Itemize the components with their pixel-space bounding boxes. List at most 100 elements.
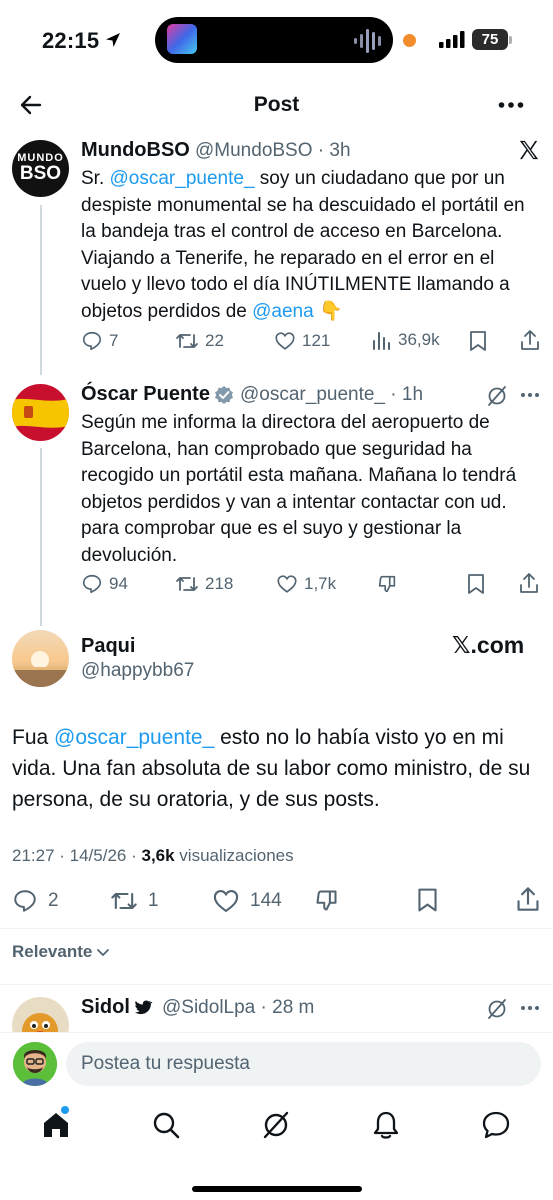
retweet-icon [176, 334, 198, 348]
more-icon[interactable] [498, 100, 524, 110]
verified-icon [215, 386, 233, 404]
reply-count: 7 [109, 331, 119, 350]
spain-flag-icon [12, 384, 69, 441]
reply-button[interactable]: 94 [81, 573, 128, 595]
like-count: 121 [302, 331, 331, 350]
avatar-oscar-puente[interactable] [12, 384, 69, 441]
reply-icon [82, 574, 102, 594]
views-count: 36,9k [398, 330, 440, 349]
author-name-text: Sidol [81, 996, 130, 1018]
post-timestamp: 21:27 · 14/5/26 · 3,6k visualizaciones [12, 846, 294, 866]
author-meta: @MundoBSO · 3h [195, 140, 351, 161]
avatar-text-line1: MUNDO [17, 152, 64, 164]
like-icon [275, 332, 295, 350]
signal-icon [439, 31, 465, 48]
views-count: 3,6k [141, 846, 175, 865]
bookmark-icon[interactable] [466, 573, 486, 595]
like-count: 1,7k [304, 574, 337, 593]
sunset-avatar-image [12, 630, 69, 687]
current-user-avatar[interactable] [13, 1042, 57, 1086]
like-button[interactable]: 144 [212, 887, 282, 915]
reply-button[interactable]: 7 [81, 330, 118, 352]
thread-connector [40, 448, 42, 626]
x-logo-icon [519, 140, 539, 160]
share-icon[interactable] [518, 572, 540, 594]
grok-nav-icon[interactable] [261, 1110, 291, 1140]
like-count: 144 [250, 890, 282, 911]
retweet-button[interactable]: 1 [110, 888, 159, 914]
views-button[interactable]: 36,9k [372, 330, 440, 350]
mention-link[interactable]: @oscar_puente_ [54, 726, 214, 749]
retweet-button[interactable]: 22 [175, 330, 224, 352]
status-time: 22:15 [42, 28, 100, 53]
battery-level: 75 [472, 29, 508, 50]
like-icon [213, 890, 239, 913]
mention-link[interactable]: @aena [252, 301, 314, 322]
home-icon[interactable] [41, 1110, 71, 1140]
reply-count: 2 [48, 890, 59, 911]
location-arrow-icon [106, 33, 120, 47]
emoji: 👇 [318, 300, 343, 322]
grok-icon[interactable] [486, 385, 508, 407]
retweet-count: 22 [205, 331, 224, 350]
home-notification-dot [61, 1106, 69, 1114]
views-icon [373, 332, 390, 350]
sort-dropdown[interactable]: Relevante [12, 942, 110, 962]
author-handle[interactable]: @happybb67 [81, 660, 194, 682]
avatar-mundobso[interactable]: MUNDO BSO [12, 140, 69, 197]
like-icon [277, 575, 297, 593]
author-meta: @oscar_puente_ · 1h [240, 384, 424, 405]
views-label: visualizaciones [174, 846, 294, 865]
retweet-button[interactable]: 218 [175, 573, 233, 595]
author-handle[interactable]: @oscar_puente_ [240, 384, 385, 405]
divider [0, 984, 553, 985]
bookmark-icon[interactable] [468, 330, 488, 352]
bookmark-icon[interactable] [416, 887, 439, 913]
reply-button[interactable]: 2 [12, 888, 59, 914]
like-button[interactable]: 121 [274, 330, 330, 352]
author-handle[interactable]: @MundoBSO [195, 140, 313, 161]
search-icon[interactable] [151, 1110, 181, 1140]
author-name[interactable]: Paqui [81, 635, 135, 658]
mention-link[interactable]: @oscar_puente_ [110, 168, 255, 189]
retweet-count: 218 [205, 574, 234, 593]
retweet-icon [111, 892, 137, 910]
sort-label: Relevante [12, 942, 93, 961]
grok-icon[interactable] [486, 998, 508, 1020]
share-icon[interactable] [519, 329, 541, 351]
like-button[interactable]: 1,7k [276, 573, 336, 595]
notifications-icon[interactable] [371, 1110, 401, 1140]
reply-count: 94 [109, 574, 128, 593]
reply-icon [82, 331, 102, 351]
author-name[interactable]: Sidol [81, 996, 153, 1019]
post-date: 21:27 · 14/5/26 · [12, 846, 142, 865]
reply-icon [14, 890, 36, 912]
post-body: Según me informa la directora del aeropu… [81, 412, 517, 566]
post-body: Sr. @oscar_puente_ soy un ciudadano que … [81, 166, 536, 325]
author-name[interactable]: Óscar Puente [81, 383, 210, 406]
share-icon[interactable] [515, 886, 541, 912]
audio-wave-icon [354, 29, 381, 53]
author-meta: @SidolLpa · 28 m [162, 997, 315, 1018]
reply-input[interactable] [66, 1042, 541, 1086]
page-title: Post [253, 93, 300, 116]
media-thumbnail [167, 24, 197, 54]
body-text: Sr. [81, 168, 110, 189]
author-handle[interactable]: @SidolLpa [162, 997, 255, 1018]
post-time: 1h [401, 384, 424, 405]
downvote-icon[interactable] [376, 573, 398, 595]
post-time: 3h [329, 140, 351, 161]
author-name[interactable]: MundoBSO [81, 139, 190, 162]
body-text: Fua [12, 726, 55, 749]
downvote-icon[interactable] [313, 887, 340, 914]
messages-icon[interactable] [481, 1110, 511, 1140]
more-icon[interactable] [520, 391, 540, 399]
avatar-paqui[interactable] [12, 630, 69, 687]
home-indicator [192, 1186, 362, 1192]
more-icon[interactable] [520, 1004, 540, 1012]
retweet-count: 1 [148, 890, 159, 911]
recording-indicator [403, 34, 416, 47]
avatar-text-line2: BSO [19, 163, 62, 184]
divider [0, 928, 553, 929]
thread-connector [40, 205, 42, 375]
